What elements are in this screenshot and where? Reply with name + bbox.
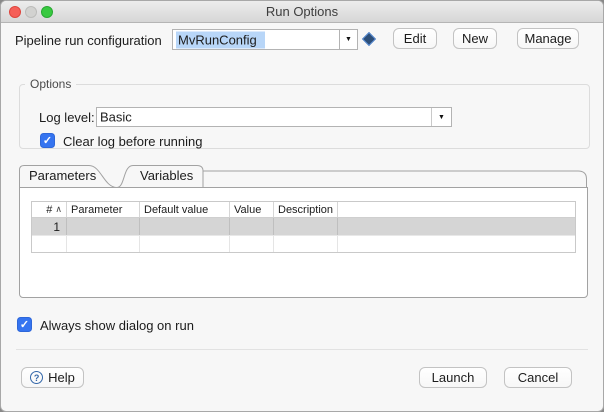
log-level-label: Log level: bbox=[39, 110, 95, 125]
column-header-default-value[interactable]: Default value bbox=[140, 202, 230, 217]
run-config-value: MvRunConfig bbox=[176, 31, 265, 48]
value-cell bbox=[230, 236, 274, 252]
manage-button[interactable]: Manage bbox=[517, 28, 579, 49]
chevron-down-icon[interactable]: ▼ bbox=[339, 30, 357, 49]
parameter-cell bbox=[67, 236, 140, 252]
help-button[interactable]: ? Help bbox=[21, 367, 84, 388]
parameters-tab-panel: # ∧ Parameter Default value Value Descri… bbox=[19, 187, 588, 298]
edit-button[interactable]: Edit bbox=[393, 28, 437, 49]
pipeline-config-label: Pipeline run configuration bbox=[15, 33, 162, 48]
row-number-cell: 1 bbox=[32, 218, 67, 235]
column-header-value[interactable]: Value bbox=[230, 202, 274, 217]
sort-asc-icon: ∧ bbox=[55, 204, 62, 215]
window-title: Run Options bbox=[1, 1, 603, 23]
filler-cell bbox=[338, 236, 575, 252]
value-cell bbox=[230, 218, 274, 235]
launch-button[interactable]: Launch bbox=[419, 367, 487, 388]
parameters-table: # ∧ Parameter Default value Value Descri… bbox=[31, 201, 576, 253]
help-button-label: Help bbox=[48, 370, 75, 385]
log-level-value: Basic bbox=[100, 110, 132, 125]
run-options-dialog: Run Options Pipeline run configuration M… bbox=[0, 0, 604, 412]
default-value-cell bbox=[140, 218, 230, 235]
question-circle-icon: ? bbox=[30, 371, 43, 384]
column-header-filler bbox=[338, 202, 575, 217]
table-row[interactable]: 1 bbox=[32, 218, 575, 235]
table-header-row: # ∧ Parameter Default value Value Descri… bbox=[32, 202, 575, 218]
log-level-combobox[interactable]: Basic ▼ bbox=[96, 107, 452, 127]
clear-log-label: Clear log before running bbox=[63, 134, 202, 149]
table-row[interactable] bbox=[32, 235, 575, 252]
titlebar[interactable]: Run Options bbox=[1, 1, 603, 23]
tabbed-pane: Parameters Variables # ∧ Parameter Defau… bbox=[19, 164, 588, 298]
row-number-cell bbox=[32, 236, 67, 252]
options-group: Options Log level: Basic ▼ ✓ Clear log b… bbox=[19, 77, 590, 149]
default-value-cell bbox=[140, 236, 230, 252]
description-cell bbox=[274, 236, 338, 252]
cancel-button[interactable]: Cancel bbox=[504, 367, 572, 388]
column-header-parameter[interactable]: Parameter bbox=[67, 202, 140, 217]
column-header-number[interactable]: # ∧ bbox=[32, 202, 67, 217]
description-cell bbox=[274, 218, 338, 235]
always-show-dialog-checkbox[interactable]: ✓ bbox=[17, 317, 32, 332]
new-button[interactable]: New bbox=[453, 28, 497, 49]
check-icon: ✓ bbox=[20, 318, 29, 331]
tab-variables[interactable]: Variables bbox=[140, 168, 193, 183]
modified-diamond-icon bbox=[362, 32, 376, 46]
always-show-dialog-label: Always show dialog on run bbox=[40, 318, 194, 333]
check-icon: ✓ bbox=[43, 134, 52, 147]
filler-cell bbox=[338, 218, 575, 235]
footer-separator bbox=[16, 349, 588, 350]
parameter-cell bbox=[67, 218, 140, 235]
options-group-title: Options bbox=[25, 77, 76, 91]
chevron-down-icon[interactable]: ▼ bbox=[431, 108, 451, 126]
tab-parameters[interactable]: Parameters bbox=[29, 168, 96, 183]
tab-outline-graphic bbox=[19, 164, 588, 188]
clear-log-checkbox[interactable]: ✓ bbox=[40, 133, 55, 148]
run-config-combobox[interactable]: MvRunConfig ▼ bbox=[172, 29, 358, 50]
column-header-description[interactable]: Description bbox=[274, 202, 338, 217]
